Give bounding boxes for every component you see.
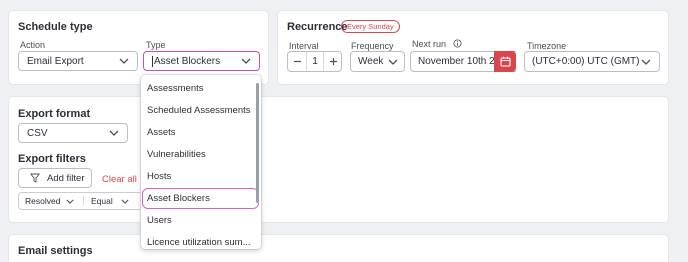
text-cursor — [152, 55, 153, 67]
dropdown-item-licence-utilization[interactable]: Licence utilization sum... — [147, 237, 251, 248]
email-settings-heading: Email settings — [18, 245, 93, 257]
filter-operator-select[interactable]: Equal — [91, 193, 129, 209]
email-settings-card: Email settings — [9, 235, 668, 262]
chevron-down-icon — [109, 130, 119, 136]
filter-divider — [83, 196, 84, 206]
next-run-label-text: Next run — [412, 39, 447, 49]
timezone-select[interactable]: (UTC+0:00) UTC (GMT) — [524, 51, 660, 72]
chevron-down-icon — [121, 199, 129, 204]
type-label: Type — [146, 40, 166, 50]
clear-all-link[interactable]: Clear all — [102, 174, 137, 185]
increment-button[interactable] — [324, 52, 342, 71]
export-format-heading: Export format — [18, 108, 91, 120]
recurrence-badge: Every Sunday — [341, 20, 400, 33]
chevron-down-icon — [241, 58, 251, 64]
dropdown-item-hosts[interactable]: Hosts — [147, 171, 171, 182]
calendar-icon — [499, 56, 511, 67]
add-filter-label: Add filter — [47, 172, 85, 184]
filter-row: Resolved Equal — [18, 192, 142, 210]
next-run-label: Next run — [412, 39, 462, 49]
frequency-value: Week — [358, 56, 384, 67]
filter-operator-value: Equal — [91, 196, 113, 206]
dropdown-item-users[interactable]: Users — [147, 215, 172, 226]
export-card: Export format CSV Export filters Add fil… — [9, 97, 668, 222]
schedule-type-card: Schedule type Action Email Export Type A… — [9, 11, 268, 84]
timezone-label: Timezone — [527, 41, 567, 51]
dropdown-scrollbar[interactable] — [256, 83, 259, 203]
export-filters-heading: Export filters — [18, 153, 86, 165]
dropdown-item-asset-blockers[interactable]: Asset Blockers — [147, 193, 210, 204]
action-label: Action — [20, 40, 46, 50]
type-dropdown-menu: Assessments Scheduled Assessments Assets… — [141, 75, 261, 249]
interval-stepper: 1 — [287, 51, 342, 72]
filter-field-select[interactable]: Resolved — [25, 193, 75, 209]
action-select[interactable]: Email Export — [18, 51, 138, 71]
schedule-type-heading: Schedule type — [18, 21, 93, 33]
chevron-down-icon — [388, 59, 398, 65]
chevron-down-icon — [641, 59, 651, 65]
filter-icon — [30, 173, 40, 183]
dropdown-item-vulnerabilities[interactable]: Vulnerabilities — [147, 149, 206, 160]
frequency-label: Frequency — [351, 41, 394, 51]
add-filter-button[interactable]: Add filter — [18, 168, 92, 188]
recurrence-heading: Recurrence — [287, 21, 348, 33]
interval-value[interactable]: 1 — [307, 52, 323, 71]
calendar-button[interactable] — [494, 51, 516, 72]
type-select[interactable]: Asset Blockers — [143, 51, 260, 71]
dropdown-item-assessments[interactable]: Assessments — [147, 83, 204, 94]
chevron-down-icon — [66, 199, 75, 204]
chevron-down-icon — [119, 58, 129, 64]
interval-label: Interval — [289, 41, 319, 51]
dropdown-item-assets[interactable]: Assets — [147, 127, 176, 138]
action-select-value: Email Export — [27, 55, 84, 67]
recurrence-card: Recurrence Every Sunday Interval 1 Frequ… — [278, 11, 668, 84]
minus-icon — [293, 60, 301, 63]
next-run-value: November 10th 20 — [418, 56, 501, 67]
timezone-value: (UTC+0:00) UTC (GMT) — [532, 56, 640, 67]
plus-icon — [329, 58, 337, 65]
type-select-value: Asset Blockers — [154, 55, 221, 67]
export-format-value: CSV — [27, 127, 48, 139]
dropdown-item-scheduled-assessments[interactable]: Scheduled Assessments — [147, 105, 251, 116]
decrement-button[interactable] — [288, 52, 306, 71]
frequency-select[interactable]: Week — [350, 51, 405, 72]
info-icon — [453, 39, 462, 48]
export-format-select[interactable]: CSV — [18, 123, 128, 143]
filter-field-value: Resolved — [25, 196, 61, 206]
